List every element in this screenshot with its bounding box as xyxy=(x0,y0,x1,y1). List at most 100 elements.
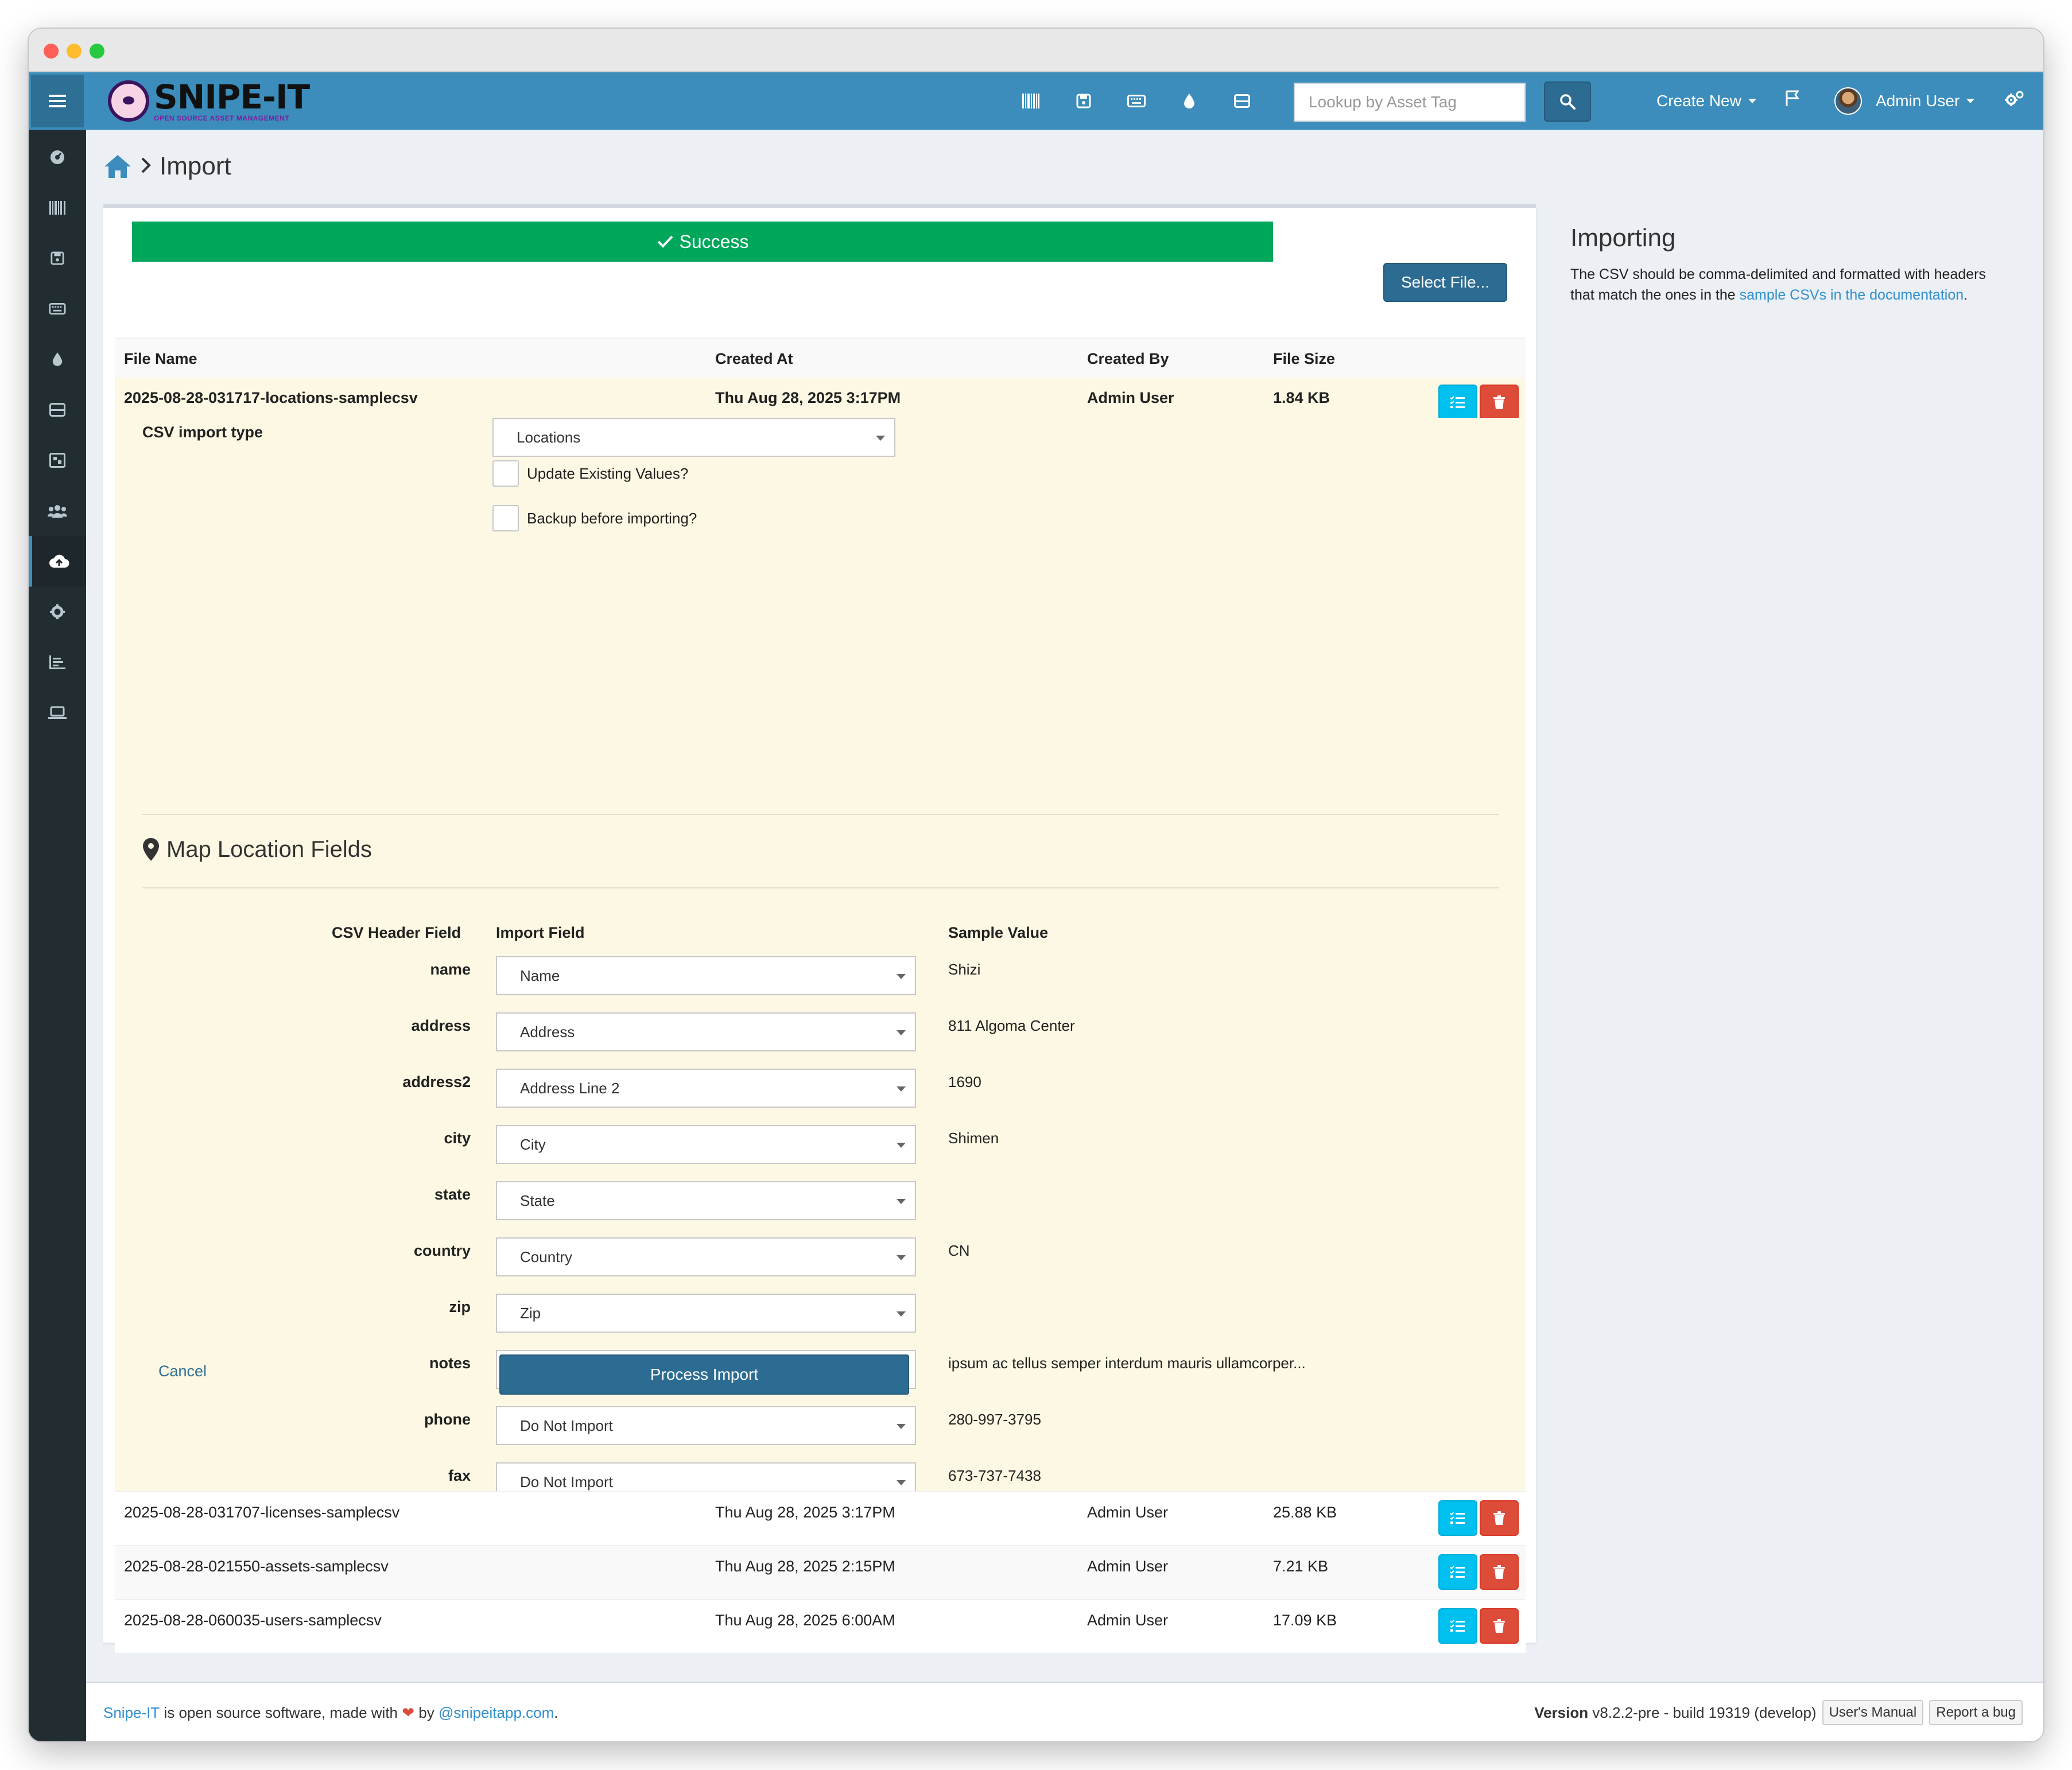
import-field-select[interactable]: Address Line 2 xyxy=(496,1069,916,1108)
table-row[interactable]: 2025-08-28-031707-licenses-samplecsv Thu … xyxy=(115,1491,1526,1545)
map-fields-title-text: Map Location Fields xyxy=(166,836,372,862)
import-field-select[interactable]: Zip xyxy=(496,1294,916,1333)
import-field-select[interactable]: Country xyxy=(496,1237,916,1276)
cancel-link[interactable]: Cancel xyxy=(158,1363,207,1380)
update-existing-checkbox[interactable] xyxy=(492,460,519,487)
users-manual-button[interactable]: User's Manual xyxy=(1822,1700,1924,1725)
process-file-button[interactable] xyxy=(1438,1500,1477,1536)
sample-value: 280-997-3795 xyxy=(948,1411,1041,1428)
hamburger-icon xyxy=(49,95,66,107)
maximize-window-button[interactable] xyxy=(90,44,104,59)
process-file-button[interactable] xyxy=(1438,1608,1477,1644)
csv-header-label: name xyxy=(430,961,471,978)
import-field-select[interactable]: Name xyxy=(496,956,916,995)
asset-tag-search-input[interactable]: Lookup by Asset Tag xyxy=(1294,83,1526,122)
accessory-icon xyxy=(1127,95,1146,107)
trash-icon xyxy=(1493,1511,1505,1525)
nav-accessories-button[interactable] xyxy=(1110,72,1163,130)
csv-header-label: phone xyxy=(424,1411,471,1428)
search-button[interactable] xyxy=(1544,81,1591,122)
sample-value: ipsum ac tellus semper interdum mauris u… xyxy=(948,1354,1306,1372)
settings-icon xyxy=(50,604,65,619)
list-check-icon xyxy=(1450,1620,1465,1632)
process-import-button[interactable]: Process Import xyxy=(499,1354,909,1395)
sidebar-toggle-button[interactable] xyxy=(31,75,84,127)
sidebar-item-assets[interactable] xyxy=(29,183,86,233)
nav-components-button[interactable] xyxy=(1216,72,1268,130)
requestable-icon xyxy=(48,706,67,719)
brand-subtitle: OPEN SOURCE ASSET MANAGEMENT xyxy=(154,114,290,122)
success-progress-bar: Success xyxy=(132,222,1273,262)
size-cell: 25.88 KB xyxy=(1273,1503,1337,1521)
csv-import-type-select[interactable]: Locations xyxy=(492,418,895,457)
alerts-button[interactable] xyxy=(1785,90,1800,110)
created-at-cell: Thu Aug 28, 2025 2:15PM xyxy=(715,1557,895,1575)
sample-value: Shimen xyxy=(948,1129,999,1147)
sample-value-heading: Sample Value xyxy=(948,924,1049,941)
nav-licenses-button[interactable] xyxy=(1057,72,1110,130)
sidebar-item-import[interactable] xyxy=(29,536,86,587)
table-row[interactable]: 2025-08-28-021550-assets-samplecsv Thu Au… xyxy=(115,1545,1526,1599)
map-marker-icon xyxy=(143,838,159,861)
sidebar-item-reports[interactable] xyxy=(29,637,86,688)
sample-value: 1690 xyxy=(948,1073,981,1090)
import-field-select[interactable]: State xyxy=(496,1181,916,1220)
delete-file-button[interactable] xyxy=(1480,1608,1519,1644)
table-row[interactable]: 2025-08-28-060035-users-samplecsv Thu Aug… xyxy=(115,1599,1526,1653)
csv-header-label: address2 xyxy=(402,1073,471,1090)
import-field-select[interactable]: Do Not Import xyxy=(496,1406,916,1445)
top-navbar: SNIPE-IT OPEN SOURCE ASSET MANAGEMENT Lo… xyxy=(29,72,2043,130)
close-window-button[interactable] xyxy=(44,44,59,59)
admin-settings-button[interactable] xyxy=(2004,90,2025,111)
sidebar-item-people[interactable] xyxy=(29,486,86,536)
search-icon xyxy=(1560,94,1576,110)
column-created-at: Created At xyxy=(715,350,793,367)
snipeitapp-link[interactable]: @snipeitapp.com xyxy=(439,1704,554,1722)
kits-icon xyxy=(49,453,65,468)
window-titlebar xyxy=(29,29,2043,72)
select-file-button[interactable]: Select File... xyxy=(1383,263,1507,302)
backup-before-import-checkbox[interactable] xyxy=(492,505,519,531)
csv-header-label: address xyxy=(411,1017,471,1034)
csv-header-label: zip xyxy=(449,1298,471,1315)
process-file-button[interactable] xyxy=(1438,385,1477,420)
delete-file-button[interactable] xyxy=(1480,385,1519,420)
sidebar-item-requestable[interactable] xyxy=(29,688,86,738)
trash-icon xyxy=(1493,1619,1505,1633)
sidebar-item-accessories[interactable] xyxy=(29,284,86,334)
components-icon xyxy=(49,403,65,417)
brand-logo[interactable]: SNIPE-IT OPEN SOURCE ASSET MANAGEMENT xyxy=(108,77,310,122)
sidebar-item-components[interactable] xyxy=(29,385,86,435)
minimize-window-button[interactable] xyxy=(67,44,82,59)
sidebar-item-kits[interactable] xyxy=(29,435,86,486)
page-title: Import xyxy=(160,152,231,180)
table-row-active[interactable]: 2025-08-28-031717-locations-samplecsv Th… xyxy=(115,378,1526,420)
sample-csvs-link[interactable]: sample CSVs in the documentation xyxy=(1740,287,1964,303)
list-check-icon xyxy=(1450,1512,1465,1524)
avatar[interactable] xyxy=(1834,87,1862,115)
backup-before-import-label: Backup before importing? xyxy=(527,510,697,527)
sidebar-item-consumables[interactable] xyxy=(29,334,86,385)
home-icon[interactable] xyxy=(103,154,132,179)
sidebar-item-dashboard[interactable] xyxy=(29,132,86,183)
report-bug-button[interactable]: Report a bug xyxy=(1929,1700,2023,1725)
create-new-dropdown[interactable]: Create New xyxy=(1656,72,1756,130)
delete-file-button[interactable] xyxy=(1480,1500,1519,1536)
delete-file-button[interactable] xyxy=(1480,1554,1519,1590)
sidebar-item-settings[interactable] xyxy=(29,587,86,637)
import-field-select[interactable]: Address xyxy=(496,1012,916,1051)
process-file-button[interactable] xyxy=(1438,1554,1477,1590)
footer-credits: Snipe-IT is open source software, made w… xyxy=(103,1683,558,1741)
check-icon xyxy=(657,235,673,248)
import-icon xyxy=(49,554,69,568)
user-menu-dropdown[interactable]: Admin User xyxy=(1876,72,1975,130)
update-existing-label: Update Existing Values? xyxy=(527,465,689,482)
snipe-it-link[interactable]: Snipe-IT xyxy=(103,1704,160,1722)
nav-consumables-button[interactable] xyxy=(1163,72,1216,130)
footer-text-middle: is open source software, made with xyxy=(160,1703,402,1721)
sidebar-item-licenses[interactable] xyxy=(29,233,86,284)
brand-name: SNIPE-IT xyxy=(154,77,310,117)
help-title: Importing xyxy=(1570,224,1676,252)
nav-assets-button[interactable] xyxy=(1004,72,1057,130)
import-field-select[interactable]: City xyxy=(496,1125,916,1164)
